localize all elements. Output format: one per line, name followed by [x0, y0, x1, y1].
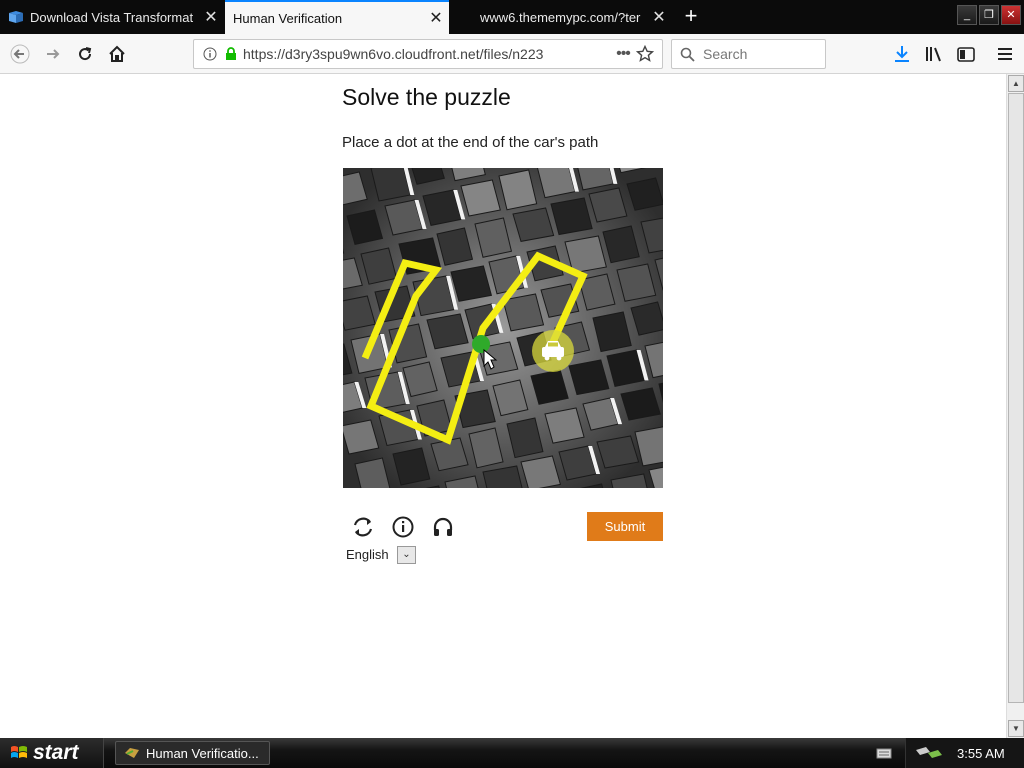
page-actions-icon[interactable]: ••• [610, 45, 636, 63]
keyboard-icon[interactable] [876, 746, 892, 760]
info-icon[interactable] [203, 47, 217, 61]
back-icon[interactable] [5, 39, 35, 69]
tab-close-icon[interactable]: ✕ [423, 8, 449, 28]
tab-title: www6.thememypc.com/?ter [480, 9, 641, 25]
menu-icon[interactable] [990, 39, 1020, 69]
windows-logo-icon [11, 746, 27, 758]
lock-icon [226, 47, 236, 60]
network-icon[interactable] [914, 744, 948, 762]
language-dropdown-icon[interactable]: ⌄ [397, 546, 416, 564]
building-block [512, 207, 555, 243]
minimize-icon[interactable]: _ [957, 5, 977, 25]
building-block [596, 435, 640, 469]
app-icon [125, 748, 139, 758]
navigation-bar: https://d3ry3spu9wn6vo.cloudfront.net/fi… [0, 34, 1024, 74]
language-label: English [346, 547, 389, 562]
submit-button[interactable]: Submit [587, 512, 663, 541]
puzzle-image[interactable] [343, 168, 663, 488]
vertical-scrollbar[interactable]: ▲ ▼ [1006, 74, 1024, 738]
page-title: Solve the puzzle [342, 84, 511, 110]
clock: 3:55 AM [957, 746, 1005, 761]
scroll-up-icon[interactable]: ▲ [1008, 75, 1024, 92]
library-icon[interactable] [919, 39, 949, 69]
tab-human-verification[interactable]: Human Verification ✕ [225, 0, 449, 34]
tab-title: Human Verification [233, 10, 343, 26]
tab-thememypc[interactable]: www6.thememypc.com/?ter ✕ [472, 0, 672, 34]
tab-close-icon[interactable]: ✕ [646, 7, 672, 27]
taskbar-item-title: Human Verificatio... [146, 745, 259, 761]
search-placeholder: Search [703, 46, 748, 62]
search-box[interactable]: Search [671, 39, 826, 69]
start-label: start [33, 741, 79, 764]
building-block [426, 313, 469, 350]
city-maze-graphic[interactable] [343, 168, 663, 488]
new-tab-icon[interactable]: + [680, 5, 702, 27]
tab-close-icon[interactable]: ✕ [198, 7, 224, 27]
scroll-down-icon[interactable]: ▼ [1008, 720, 1024, 737]
home-icon[interactable] [102, 39, 132, 69]
window-close-icon[interactable]: ✕ [1001, 5, 1021, 25]
search-icon [680, 47, 695, 62]
sidebar-icon[interactable] [951, 39, 981, 69]
start-button[interactable]: start [0, 738, 104, 768]
site-favicon-icon [9, 11, 23, 23]
scroll-thumb[interactable] [1008, 93, 1024, 703]
tab-download-vista[interactable]: Download Vista Transformat ✕ [0, 0, 224, 34]
taskbar: start Human Verificatio... 3:55 AM [0, 738, 1024, 768]
building-block [450, 265, 493, 302]
restore-icon[interactable]: ❐ [979, 5, 999, 25]
taskbar-item-browser[interactable]: Human Verificatio... [115, 741, 270, 765]
tab-strip: Download Vista Transformat ✕ Human Verif… [0, 0, 1024, 34]
page-content: Solve the puzzle Place a dot at the end … [0, 74, 1006, 738]
tab-title: Download Vista Transformat [30, 9, 194, 25]
building-block [550, 197, 593, 236]
reload-icon[interactable] [70, 39, 100, 69]
downloads-icon[interactable] [887, 39, 917, 69]
forward-icon[interactable] [38, 39, 68, 69]
url-text[interactable]: https://d3ry3spu9wn6vo.cloudfront.net/fi… [243, 46, 610, 62]
url-bar[interactable]: https://d3ry3spu9wn6vo.cloudfront.net/fi… [193, 39, 663, 69]
audio-headphones-icon[interactable] [430, 514, 456, 540]
system-tray: 3:55 AM [905, 738, 1024, 768]
bookmark-star-icon[interactable] [636, 45, 654, 63]
puzzle-instruction: Place a dot at the end of the car's path [342, 134, 599, 151]
refresh-icon[interactable] [350, 514, 376, 540]
info-icon[interactable] [390, 514, 416, 540]
placed-dot[interactable] [472, 335, 490, 353]
